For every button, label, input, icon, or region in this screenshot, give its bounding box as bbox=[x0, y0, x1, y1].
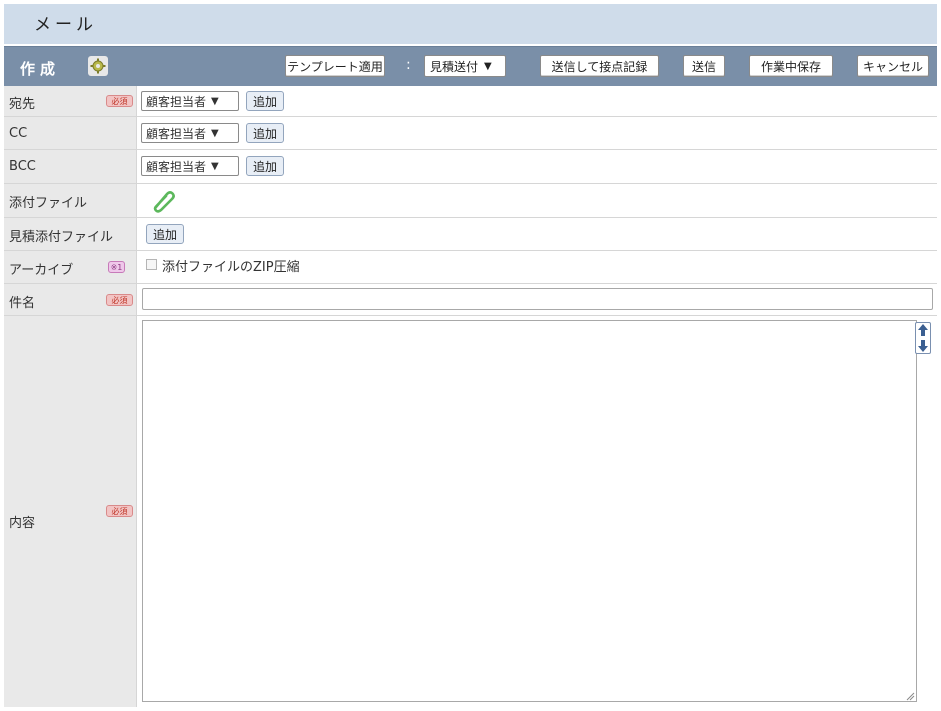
template-select-value: 見積送付 bbox=[430, 59, 479, 74]
resize-grip-icon[interactable] bbox=[905, 690, 915, 701]
save-draft-button[interactable]: 作業中保存 bbox=[749, 55, 833, 77]
template-select[interactable]: 見積送付 ▼ bbox=[424, 55, 506, 77]
mail-compose-app: メール 作成 テンプレート適用 : 見積送付 ▼ 送信して接点記録 送信 作業中… bbox=[0, 0, 941, 711]
body-label-cell: 内容 必須 bbox=[4, 316, 137, 707]
archive-label: アーカイブ bbox=[9, 263, 74, 278]
paperclip-icon[interactable] bbox=[150, 189, 176, 217]
bcc-row: BCC 顧客担当者 ▼ 追加 bbox=[4, 150, 937, 184]
attachment-label: 添付ファイル bbox=[9, 196, 88, 211]
subject-label: 件名 bbox=[9, 296, 36, 311]
note-badge: ※1 bbox=[108, 261, 125, 273]
bcc-select[interactable]: 顧客担当者 ▼ bbox=[141, 156, 239, 176]
cc-row: CC 顧客担当者 ▼ 追加 bbox=[4, 117, 937, 150]
gear-icon bbox=[88, 56, 108, 76]
subject-input[interactable] bbox=[142, 288, 933, 310]
toolbar-colon: : bbox=[406, 57, 411, 73]
title-bar: メール bbox=[4, 4, 937, 44]
zip-compress-label[interactable]: 添付ファイルのZIP圧縮 bbox=[162, 256, 300, 275]
bcc-add-button[interactable]: 追加 bbox=[246, 156, 285, 176]
attachment-field bbox=[138, 184, 937, 217]
archive-label-cell: アーカイブ ※1 bbox=[4, 251, 137, 283]
bcc-select-value: 顧客担当者 bbox=[146, 159, 207, 174]
body-field bbox=[138, 316, 937, 707]
cc-label: CC bbox=[9, 126, 28, 141]
body-label: 内容 bbox=[9, 516, 36, 531]
mode-label: 作成 bbox=[20, 60, 61, 78]
to-row: 宛先 必須 顧客担当者 ▼ 追加 bbox=[4, 86, 937, 117]
cancel-button[interactable]: キャンセル bbox=[857, 55, 929, 77]
bcc-label-cell: BCC bbox=[4, 150, 137, 183]
subject-field bbox=[138, 284, 937, 315]
estimate-add-button[interactable]: 追加 bbox=[146, 224, 185, 244]
template-apply-button[interactable]: テンプレート適用 bbox=[285, 55, 385, 77]
required-badge: 必須 bbox=[106, 505, 133, 517]
to-add-button[interactable]: 追加 bbox=[246, 91, 285, 111]
to-field: 顧客担当者 ▼ 追加 bbox=[138, 86, 937, 116]
body-row: 内容 必須 bbox=[4, 316, 937, 707]
toolbar: 作成 テンプレート適用 : 見積送付 ▼ 送信して接点記録 送信 作業中保存 キ… bbox=[4, 46, 937, 86]
cc-select-value: 顧客担当者 bbox=[146, 126, 207, 141]
estimate-attachment-label: 見積添付ファイル bbox=[9, 230, 114, 245]
required-badge: 必須 bbox=[106, 294, 133, 306]
estimate-attachment-row: 見積添付ファイル 追加 bbox=[4, 218, 937, 251]
subject-row: 件名 必須 bbox=[4, 284, 937, 316]
estimate-attachment-label-cell: 見積添付ファイル bbox=[4, 218, 137, 250]
expand-toggle-icon[interactable] bbox=[915, 322, 931, 354]
archive-field: 添付ファイルのZIP圧縮 bbox=[138, 251, 937, 283]
page-title: メール bbox=[34, 15, 97, 35]
to-label: 宛先 bbox=[9, 97, 36, 112]
attachment-label-cell: 添付ファイル bbox=[4, 184, 137, 217]
to-select[interactable]: 顧客担当者 ▼ bbox=[141, 91, 239, 111]
dropdown-arrow-icon: ▼ bbox=[211, 95, 219, 107]
cc-field: 顧客担当者 ▼ 追加 bbox=[138, 117, 937, 149]
body-textarea[interactable] bbox=[142, 320, 917, 702]
dropdown-arrow-icon: ▼ bbox=[211, 127, 219, 139]
subject-label-cell: 件名 必須 bbox=[4, 284, 137, 315]
cc-add-button[interactable]: 追加 bbox=[246, 123, 285, 143]
archive-row: アーカイブ ※1 添付ファイルのZIP圧縮 bbox=[4, 251, 937, 284]
bcc-field: 顧客担当者 ▼ 追加 bbox=[138, 150, 937, 183]
required-badge: 必須 bbox=[106, 95, 133, 107]
send-button[interactable]: 送信 bbox=[683, 55, 725, 77]
attachment-row: 添付ファイル bbox=[4, 184, 937, 218]
to-select-value: 顧客担当者 bbox=[146, 94, 207, 109]
dropdown-arrow-icon: ▼ bbox=[484, 60, 492, 72]
cc-label-cell: CC bbox=[4, 117, 137, 149]
estimate-attachment-field: 追加 bbox=[138, 218, 937, 250]
bcc-label: BCC bbox=[9, 159, 36, 174]
send-and-record-button[interactable]: 送信して接点記録 bbox=[540, 55, 659, 77]
cc-select[interactable]: 顧客担当者 ▼ bbox=[141, 123, 239, 143]
zip-compress-checkbox[interactable] bbox=[146, 259, 157, 270]
dropdown-arrow-icon: ▼ bbox=[211, 160, 219, 172]
to-label-cell: 宛先 必須 bbox=[4, 86, 137, 116]
